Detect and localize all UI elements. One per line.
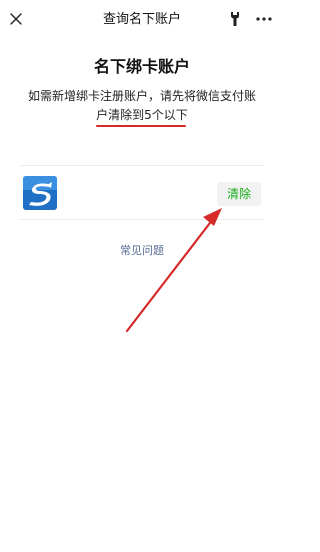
bank-logo-icon (23, 176, 57, 210)
clear-button[interactable]: 清除 (217, 182, 261, 206)
page: 查询名下账户 名下绑卡账户 如需新增绑卡注册账户，请先将微信支付账 户清除到5个… (0, 0, 284, 552)
page-title: 查询名下账户 (102, 12, 181, 27)
account-row: 清除 (20, 166, 264, 218)
more-button[interactable] (252, 10, 276, 28)
divider (20, 219, 264, 220)
annotation-underline (96, 125, 186, 127)
navigation-bar: 查询名下账户 (0, 0, 284, 40)
close-icon (10, 13, 22, 25)
notice-text-line-1: 如需新增绑卡注册账户，请先将微信支付账 (27, 89, 256, 103)
faq-link[interactable]: 常见问题 (0, 243, 284, 258)
close-button[interactable] (6, 9, 26, 29)
annotation-arrow (125, 208, 222, 333)
wrench-icon (231, 12, 239, 26)
tool-button[interactable] (226, 10, 244, 28)
more-icon (256, 17, 272, 21)
notice-text-line-2: 户清除到5个以下 (96, 108, 188, 122)
section-heading: 名下绑卡账户 (93, 57, 190, 76)
